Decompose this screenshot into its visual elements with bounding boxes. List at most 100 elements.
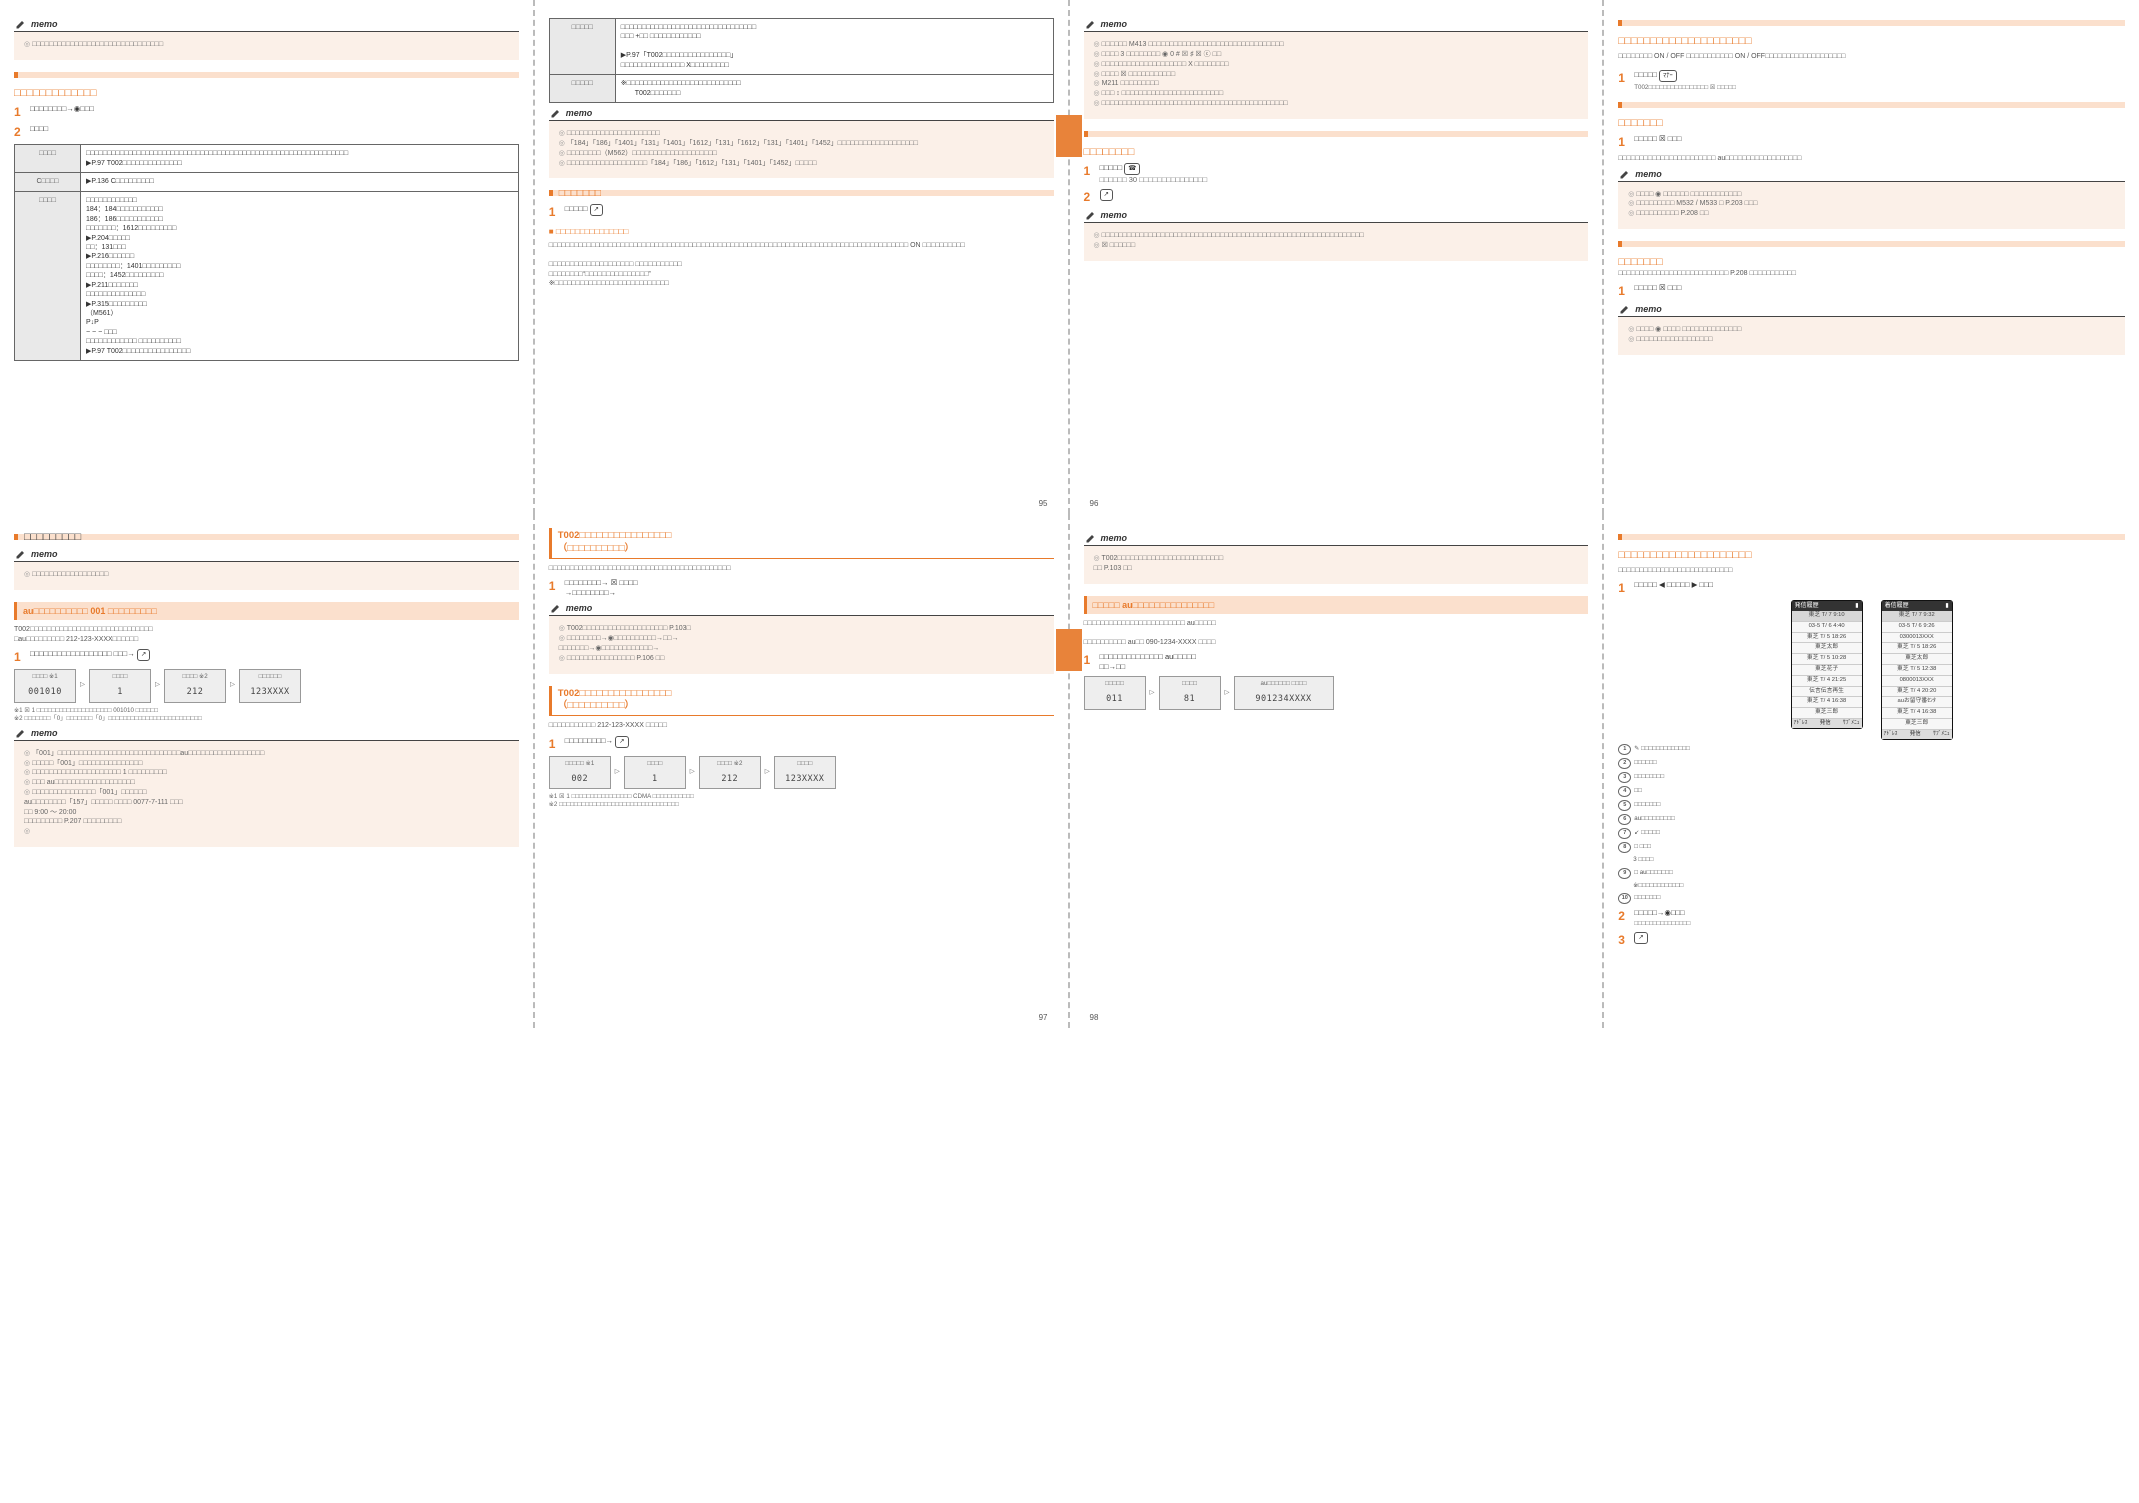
step-text: □□□□□→◉□□□□□□□□□□□□□□□□□□ (1634, 908, 2125, 928)
table-head: □□□□ (15, 191, 81, 360)
list-item: 東芝 T/ 7 9:10 (1792, 611, 1862, 622)
body-text: T002□□□□□□□□□□□□□□□□□□□□□□□□□□□□□ □au□□□… (14, 625, 519, 644)
page-number: 96 (1090, 499, 1099, 510)
table-cell: □□□□□□□□□□□□ 184：184□□□□□□□□□□□ 186：186□… (81, 191, 519, 360)
pencil-icon (14, 18, 28, 30)
memo-label: memo (31, 727, 58, 739)
table-cell: ▶P.136 C□□□□□□□□□ (81, 173, 519, 191)
memo-line: 「184」「186」「1401」「131」「1401」「1612」「131」「1… (559, 139, 1044, 149)
list-item: 東芝太郎 (1792, 643, 1862, 654)
card-label: □□□□ (1164, 680, 1216, 694)
card-value: 011 (1106, 694, 1123, 704)
card-label: □□□□□□ (244, 673, 296, 687)
step-number: 2 (1618, 908, 1628, 928)
thumb-tab (1068, 629, 1082, 671)
call-key-icon: ↗ (1100, 189, 1113, 201)
memo-label: memo (1101, 209, 1128, 221)
memo-box: memo T002□□□□□□□□□□□□□□□□□□□□ P.103□ □□□… (549, 602, 1054, 673)
pencil-icon (1618, 168, 1632, 180)
screen-outgoing: 発信履歴▮ 東芝 T/ 7 9:10 03-5 T/ 6 4:40 東芝 T/ … (1791, 600, 1863, 730)
pencil-icon (1084, 209, 1098, 221)
memo-label: memo (566, 602, 593, 614)
section-heading: □□□□□□□ (1618, 116, 2125, 130)
list-item: 東芝 T/ 5 18:26 (1882, 643, 1952, 654)
reference-table: □□□□□□□□□□□□□□□□□□□□□□□□□□□□□□□□□□□□□□□□… (14, 144, 519, 361)
list-item: 東芝 T/ 5 18:26 (1792, 633, 1862, 644)
section-bar: □□□□□□□ (549, 190, 1054, 196)
memo-box: memo □□□□□□ M413 □□□□□□□□□□□□□□□□□□□□□□□… (1084, 18, 1589, 119)
body-text: □□□□□□□□ ON / OFF □□□□□□□□□□□ ON / OFF□□… (1618, 52, 2125, 61)
memo-line: □□□□□□□□（M562）□□□□□□□□□□□□□□□□□□□□ (559, 149, 1044, 159)
table-head: C□□□□ (15, 173, 81, 191)
memo-box: memo □□□□□□□□□□□□□□□□□□□□□□□□□□□□□□□ (14, 18, 519, 60)
memo-line: □□□□□□□□□□□□□□□□□□□□ X □□□□□□□□ (1094, 60, 1579, 70)
card-value: 1 (652, 774, 658, 784)
table-cell: □□□□□□□□□□□□□□□□□□□□□□□□□□□□□□□□□□□□□□□□… (81, 145, 519, 173)
card-value: 1 (117, 687, 123, 697)
manner-key-icon: ﾏﾅｰ (1659, 70, 1677, 82)
memo-line (24, 827, 509, 837)
page-97-left: □□□□□□□□□ memo □□□□□□□□□□□□□□□□□□ au□□□□… (0, 514, 535, 1028)
section-bar (1618, 102, 2125, 108)
page-number: 97 (1039, 1013, 1048, 1024)
memo-line: □□□□ ☒ □□□□□□□□□□□ (1094, 70, 1579, 80)
memo-box: memo □□□□□□□□□□□□□□□□□□□□□□□□□□□□□□□□□□□… (1084, 209, 1589, 261)
section-heading: □□□□□□□□□□□□□ (14, 86, 519, 100)
step-number: 3 (1618, 932, 1628, 948)
softkey: 発信 (1820, 720, 1831, 727)
list-item: 03-5 T/ 6 9:26 (1882, 622, 1952, 633)
memo-line: □□ P.103 □□ (1094, 564, 1579, 574)
subsection-heading: T002□□□□□□□□□□□□□□□□ （□□□□□□□□□□） (549, 686, 1054, 717)
list-item: 東芝 T/ 5 10:28 (1792, 654, 1862, 665)
memo-line: □□□□□□□□□□□□□□□□□□ (24, 570, 509, 580)
card-label: au□□□□□□ □□□□ (1239, 680, 1329, 694)
page-95-left: memo □□□□□□□□□□□□□□□□□□□□□□□□□□□□□□□ □□□… (0, 0, 535, 514)
step-text: □□□□□ ☎□□□□□□ 30 □□□□□□□□□□□□□□□ (1100, 163, 1589, 185)
step-number: 1 (1618, 70, 1628, 92)
section-heading: □□□□□□□□□ (24, 530, 81, 544)
body-text: □□□□□□□□□□□ 212-123-XXXX □□□□□ (549, 721, 1054, 730)
memo-line: au□□□□□□□□「157」□□□□□ □□□□ 0077-7-111 □□□ (24, 798, 509, 808)
softkey: ｻﾌﾞﾒﾆｭ (1843, 720, 1860, 727)
step-number: 1 (549, 736, 559, 752)
card-label: □□□□ (629, 760, 681, 774)
section-bar: □□□□□□□□□ (14, 534, 519, 540)
softkey: ｱﾄﾞﾚｽ (1794, 720, 1808, 727)
card-value: 123XXXX (250, 687, 289, 697)
list-item: 東芝三郎 (1882, 719, 1952, 730)
call-key-icon: ↗ (137, 649, 150, 661)
top-two-row-table: □□□□□□□□□□□□□□□□□□□□□□□□□□□□□□□□□□□□□ □□… (549, 18, 1054, 103)
memo-line: □□□□□□□□□□□□□□□□□□□□□ 1 □□□□□□□□□ (24, 768, 509, 778)
memo-label: memo (1635, 303, 1662, 315)
memo-label: memo (31, 18, 58, 30)
pencil-icon (1084, 18, 1098, 30)
memo-line: □□□□□□□→◉□□□□□□□□□□□□→ (559, 644, 1044, 654)
memo-line: □□□□□□□□□ M532 / M533 □ P.203 □□□ (1628, 199, 2115, 209)
memo-box: memo 「001」□□□□□□□□□□□□□□□□□□□□□□□□□□□□□a… (14, 727, 519, 847)
body-text: □□□□□□□□□□□□□□□□□□□□□□□□□□□ (1618, 566, 2125, 575)
callout-legend: 1✎ □□□□□□□□□□□□□ 2□□□□□□ 3□□□□□□□□ 4□□ 5… (1618, 744, 2125, 904)
memo-line: ☒ □□□□□□ (1094, 241, 1579, 251)
step-number: 1 (14, 649, 24, 665)
screen-previews: 発信履歴▮ 東芝 T/ 7 9:10 03-5 T/ 6 4:40 東芝 T/ … (1618, 600, 2125, 740)
softkey: ｻﾌﾞﾒﾆｭ (1933, 731, 1950, 738)
step-number: 1 (1084, 652, 1094, 672)
page-number: 95 (1039, 499, 1048, 510)
pencil-icon (1618, 303, 1632, 315)
card-value: 001010 (28, 687, 62, 697)
section-heading: □□□□□□□ (1618, 255, 2125, 269)
memo-label: memo (31, 548, 58, 560)
footnote: ※1 ☒ 1 □□□□□□□□□□□□□□□□□□□□ 001010 □□□□□… (14, 707, 519, 723)
memo-line: □□□□□□□□□□□□□□□□□□□「184」「186」「1612」「131」… (559, 159, 1044, 169)
dial-sequence: □□□□ ※1001010▷ □□□□1▷ □□□□ ※2212▷ □□□□□□… (14, 669, 519, 702)
page-95-right: □□□□□□□□□□□□□□□□□□□□□□□□□□□□□□□□□□□□□ □□… (535, 0, 1070, 514)
call-key-icon: ↗ (590, 204, 603, 216)
step-number: 1 (1618, 580, 1628, 596)
step-text: ↗ (1634, 932, 2125, 948)
step-number: 1 (549, 578, 559, 598)
dial-sequence: □□□□□011▷ □□□□81▷ au□□□□□□ □□□□901234XXX… (1084, 676, 1589, 709)
step-text: ↗ (1100, 189, 1589, 205)
list-item: 伝言伝言再生 (1792, 687, 1862, 698)
memo-line: □□□□□□□□□□□□□□□「001」□□□□□□ (24, 788, 509, 798)
step-text: □□□□□ ☒ □□□ (1634, 134, 2125, 150)
